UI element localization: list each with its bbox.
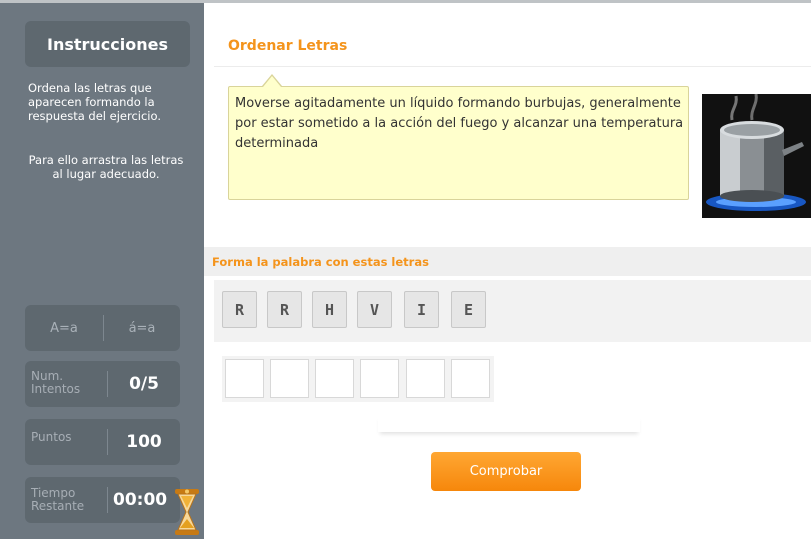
bubble-pointer-fill (263, 76, 281, 87)
letters-heading-bar: Forma la palabra con estas letras (204, 247, 811, 276)
hourglass-icon (175, 489, 199, 535)
case-sensitive-option[interactable]: A=a (25, 305, 103, 351)
time-label-2: Restante (31, 499, 85, 513)
letter-tile[interactable]: V (357, 291, 392, 328)
letter-tile[interactable]: I (404, 291, 439, 328)
check-button[interactable]: Comprobar (431, 452, 581, 491)
answer-slot[interactable] (270, 359, 309, 398)
points-value: 100 (126, 432, 162, 452)
answer-slot[interactable] (225, 359, 264, 398)
divider (107, 487, 108, 513)
answer-slot[interactable] (360, 359, 399, 398)
answer-slot[interactable] (451, 359, 490, 398)
clue-text: Moverse agitadamente un líquido formando… (235, 96, 684, 151)
points-box: Puntos 100 (25, 419, 180, 465)
boiling-pot-image (702, 90, 811, 218)
attempts-box: Num. Intentos 0/5 (25, 361, 180, 407)
time-box: Tiempo Restante 00:00 (25, 477, 180, 523)
exercise-title: Ordenar Letras (228, 38, 348, 54)
instructions-header: Instrucciones (25, 21, 190, 67)
letter-tile[interactable]: R (267, 291, 302, 328)
instructions-text-2: Para ello arrastra las letras al lugar a… (28, 153, 184, 181)
attempts-value: 0/5 (129, 374, 159, 394)
sidebar: Instrucciones Ordena las letras que apar… (0, 3, 204, 539)
letter-tile[interactable]: E (451, 291, 486, 328)
feedback-area (378, 414, 640, 432)
instructions-text-1: Ordena las letras que aparecen formando … (28, 81, 161, 123)
case-toggle: A=a á=a (25, 305, 180, 351)
separator (214, 66, 811, 67)
accent-option[interactable]: á=a (104, 305, 180, 351)
letters-tray (214, 280, 811, 342)
clue-bubble: Moverse agitadamente un líquido formando… (228, 86, 689, 200)
time-value: 00:00 (113, 490, 168, 510)
points-label: Puntos (31, 430, 72, 444)
attempts-label-2: Intentos (31, 382, 81, 396)
answer-slot[interactable] (315, 359, 354, 398)
letter-tile[interactable]: H (312, 291, 347, 328)
letter-tile[interactable]: R (222, 291, 257, 328)
letters-heading: Forma la palabra con estas letras (212, 255, 429, 269)
answer-slot[interactable] (406, 359, 445, 398)
